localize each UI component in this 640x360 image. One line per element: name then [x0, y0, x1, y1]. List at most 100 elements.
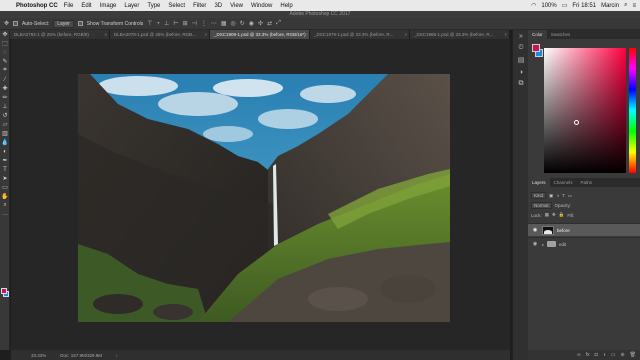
quick-select-tool-icon[interactable]: ✎ — [0, 57, 10, 66]
filter-shape-icon[interactable]: ▭ — [568, 193, 572, 199]
layer-name[interactable]: before — [557, 228, 570, 233]
layer-row[interactable]: ◉ ▸ edit — [528, 237, 640, 250]
history-icon[interactable]: ⏲ — [513, 42, 529, 54]
crop-tool-icon[interactable]: ⌗ — [0, 66, 10, 75]
close-icon[interactable]: × — [304, 30, 307, 39]
properties-icon[interactable]: ▤ — [513, 54, 529, 66]
status-menu-icon[interactable]: › — [116, 353, 118, 358]
search-icon[interactable]: ⌕ — [624, 2, 627, 9]
move-tool-icon[interactable]: ✥ — [4, 20, 9, 27]
canvas-area[interactable] — [11, 39, 510, 350]
healing-tool-icon[interactable]: ✚ — [0, 84, 10, 93]
3d-rotate-icon[interactable]: ↻ — [240, 20, 245, 27]
auto-align-icon[interactable]: ▦ — [221, 20, 227, 27]
auto-select-checkbox[interactable] — [13, 21, 19, 26]
3d-scale-icon[interactable]: ⤢ — [276, 20, 281, 27]
zoom-tool-icon[interactable]: ⌕ — [0, 201, 10, 210]
collapse-icon[interactable]: » — [513, 30, 529, 42]
eraser-tool-icon[interactable]: ▱ — [0, 120, 10, 129]
chevron-right-icon[interactable]: ▸ — [542, 242, 544, 247]
libraries-icon[interactable]: ⧉ — [513, 78, 529, 90]
new-group-icon[interactable]: ▭ — [611, 352, 616, 358]
lock-all-icon[interactable]: 🔒 — [559, 212, 565, 218]
doc-tab[interactable]: _DSC1979-1.psd @ 33.3% (before, R... × — [310, 30, 410, 39]
menu-image[interactable]: Image — [100, 3, 117, 9]
menu-window[interactable]: Window — [251, 3, 272, 9]
eye-icon[interactable]: ◉ — [531, 227, 539, 233]
document-canvas[interactable] — [78, 74, 450, 322]
lasso-tool-icon[interactable]: ◌ — [0, 48, 10, 57]
foreground-color-swatch[interactable] — [1, 288, 7, 294]
transform-controls-checkbox[interactable] — [77, 21, 83, 26]
align-right-icon[interactable]: ⊣ — [192, 20, 197, 27]
menu-type[interactable]: Type — [147, 3, 160, 9]
shape-tool-icon[interactable]: ▭ — [0, 183, 10, 192]
close-icon[interactable]: × — [104, 30, 107, 39]
tab-color[interactable]: Color — [528, 30, 547, 39]
align-bottom-icon[interactable]: ⊥ — [164, 20, 169, 27]
gradient-tool-icon[interactable]: ▥ — [0, 129, 10, 138]
move-tool-icon[interactable]: ✥ — [0, 30, 10, 39]
align-center-icon[interactable]: ⊞ — [183, 20, 188, 27]
dodge-tool-icon[interactable]: ◐ — [0, 147, 10, 156]
menu-filter[interactable]: Filter — [193, 3, 206, 9]
wifi-icon[interactable]: ◠ — [531, 2, 536, 9]
layer-kind-filter[interactable]: Kind — [531, 192, 547, 199]
menu-edit[interactable]: Edit — [81, 3, 91, 9]
more-tools-icon[interactable]: ··· — [0, 210, 10, 219]
doc-tab[interactable]: _DSC1986-1.psd @ 33.3% (before, R... × — [410, 30, 510, 39]
doc-size[interactable]: Doc: 157.9M/329.9M — [60, 353, 102, 358]
color-field[interactable] — [544, 48, 626, 173]
filter-image-icon[interactable]: ▣ — [549, 193, 553, 199]
clock[interactable]: Fri 18:51 — [572, 3, 596, 9]
lock-pixels-icon[interactable]: ▦ — [545, 212, 549, 218]
tab-layers[interactable]: Layers — [528, 178, 550, 187]
distribute-icon[interactable]: ⋮ — [201, 20, 207, 27]
layer-name[interactable]: edit — [559, 242, 566, 247]
history-brush-icon[interactable]: ↺ — [0, 111, 10, 120]
adjustments-icon[interactable]: ◑ — [513, 66, 529, 78]
tab-paths[interactable]: Paths — [577, 178, 597, 187]
3d-drag-icon[interactable]: ✣ — [258, 20, 263, 27]
filter-type-icon[interactable]: T — [562, 193, 565, 198]
doc-tab[interactable]: DLBA2792-1 @ 25% (before, RGB/8) × — [10, 30, 110, 39]
tab-swatches[interactable]: Swatches — [547, 30, 575, 39]
blur-tool-icon[interactable]: 💧 — [0, 138, 10, 147]
distribute-h-icon[interactable]: ⋯ — [211, 20, 217, 27]
type-tool-icon[interactable]: T — [0, 165, 10, 174]
close-icon[interactable]: × — [204, 30, 207, 39]
3d-mode-label-icon[interactable]: ◎ — [231, 20, 236, 27]
battery-level[interactable]: 100% — [541, 3, 556, 9]
menu-select[interactable]: Select — [168, 3, 185, 9]
pen-tool-icon[interactable]: ✒ — [0, 156, 10, 165]
menu-3d[interactable]: 3D — [214, 3, 222, 9]
eyedropper-tool-icon[interactable]: ⁄ — [0, 75, 10, 84]
3d-roll-icon[interactable]: ◉ — [249, 20, 254, 27]
adjustment-icon[interactable]: ◑ — [603, 352, 606, 358]
stamp-tool-icon[interactable]: ⊥ — [0, 102, 10, 111]
zoom-level[interactable]: 33.33% — [31, 353, 46, 358]
lock-position-icon[interactable]: ✥ — [552, 212, 556, 218]
menu-layer[interactable]: Layer — [124, 3, 139, 9]
foreground-color-chip[interactable] — [532, 44, 540, 52]
fx-icon[interactable]: fx — [586, 352, 590, 358]
blend-mode-dropdown[interactable]: Normal — [531, 202, 552, 209]
close-icon[interactable]: × — [404, 30, 407, 39]
menu-help[interactable]: Help — [280, 3, 292, 9]
close-icon[interactable]: × — [504, 30, 507, 39]
hue-slider[interactable] — [629, 48, 636, 173]
layer-row[interactable]: ◉ before — [528, 223, 640, 236]
tab-channels[interactable]: Channels — [550, 178, 577, 187]
auto-select-dropdown[interactable]: Layer — [53, 19, 74, 28]
color-picker-handle[interactable] — [574, 120, 579, 125]
doc-tab-active[interactable]: _DSC1909-1.psd @ 33.3% (before, RGB/16*)… — [210, 30, 310, 39]
menu-view[interactable]: View — [230, 3, 243, 9]
trash-icon[interactable]: 🗑 — [630, 352, 636, 358]
align-top-icon[interactable]: ⊤ — [147, 20, 152, 27]
menu-list-icon[interactable]: ≡ — [632, 3, 636, 9]
new-layer-icon[interactable]: ⊕ — [620, 352, 624, 358]
align-middle-icon[interactable]: ⫟ — [156, 20, 160, 27]
3d-slide-icon[interactable]: ⇄ — [267, 20, 272, 27]
menu-file[interactable]: File — [64, 3, 74, 9]
eye-icon[interactable]: ◉ — [531, 241, 539, 247]
